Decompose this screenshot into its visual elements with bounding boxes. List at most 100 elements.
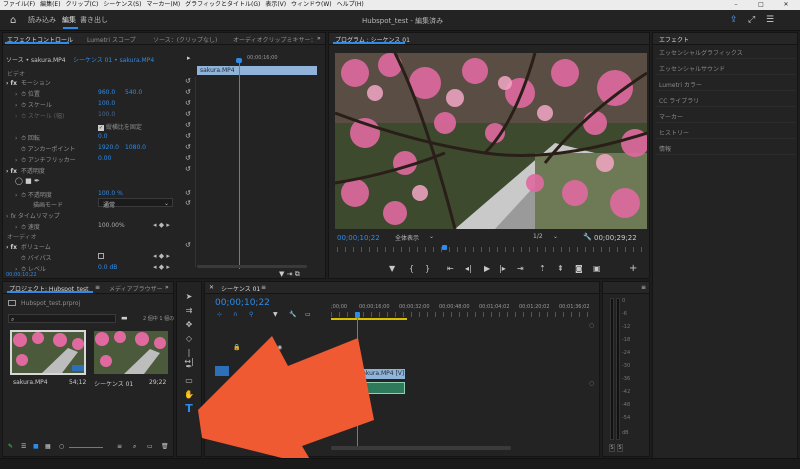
scale-value[interactable]: 100.0 [98,100,115,107]
stopwatch-icon[interactable]: ⏱ [21,255,26,262]
rectangle-mask-icon[interactable]: ■ [25,177,32,185]
effects-item-lumetri-color[interactable]: Lumetri カラー [656,78,796,91]
position-x-value[interactable]: 960.0 [98,89,115,96]
menu-view[interactable]: 表示(V) [265,1,286,8]
solo-left-button[interactable]: S [609,444,615,452]
add-keyframe-icon[interactable]: ◆ [159,252,164,260]
tab-sequence[interactable]: シーケンス 01 [221,284,260,293]
tab-source[interactable]: ソース：(クリップなし) [153,35,217,44]
step-forward-icon[interactable]: |▸ [499,264,506,273]
project-search-input[interactable]: ⌕ [8,314,116,323]
workspace-import[interactable]: 読み込み [28,15,56,25]
effects-item-essential-graphics[interactable]: エッセンシャルグラフィックス [656,46,796,59]
effects-item-cc-libraries[interactable]: CC ライブラリ [656,94,796,107]
tab-media-browser[interactable]: メディアブラウザー [109,284,163,293]
extract-icon[interactable]: ⇞ [557,264,564,273]
search-icon[interactable]: ⌕ [133,443,136,451]
bypass-checkbox[interactable] [98,253,104,259]
go-to-in-icon[interactable]: ⇤ [447,264,454,273]
program-playhead[interactable] [442,245,447,250]
reset-icon[interactable]: ↺ [185,110,191,118]
icon-view-icon[interactable]: ■ [33,443,39,450]
solo-right-button[interactable]: S [617,444,623,452]
pen-mask-icon[interactable]: ✒ [34,177,40,185]
next-keyframe-icon[interactable]: ▸ [166,252,170,260]
wrench-icon[interactable]: 🔧 [583,233,592,241]
rotation-value[interactable]: 0.0 [98,133,108,140]
play-icon[interactable]: ▶ [484,264,490,273]
zoom-out-icon[interactable]: ○ [59,443,64,450]
reset-icon[interactable]: ↺ [185,241,191,249]
delete-icon[interactable]: 🗑 [161,443,169,450]
menu-file[interactable]: ファイル(F) [3,1,35,8]
snap-icon[interactable]: ∩ [233,311,237,318]
menu-window[interactable]: ウィンドウ(W) [291,1,332,8]
sequence-label[interactable]: シーケンス 01 • sakura.MP4 [73,55,154,64]
panel-expand-icon[interactable]: » [317,35,321,42]
zoom-select[interactable]: 全体表示 ⌄ [395,232,435,242]
effect-clip-bar[interactable]: sakura.MP4 [197,66,317,75]
list-view-icon[interactable]: ☰ [21,443,26,450]
stopwatch-icon[interactable]: ⏱ [21,135,26,142]
scroll-handle-icon[interactable]: ○ [589,322,594,329]
menu-marker[interactable]: マーカー(M) [146,1,180,8]
linked-selection-icon[interactable]: ⚲ [249,311,253,318]
menu-sequence[interactable]: シーケンス(S) [103,1,141,8]
stopwatch-icon[interactable]: ⏱ [21,91,26,98]
reset-icon[interactable]: ↺ [185,189,191,197]
effects-item-history[interactable]: ヒストリー [656,126,796,139]
motion-row[interactable]: › fx モーション [6,78,51,87]
effects-item-info[interactable]: 情報 [656,142,796,155]
next-keyframe-icon[interactable]: ▸ [166,221,170,229]
step-back-icon[interactable]: ◂| [465,264,472,273]
panel-menu-icon[interactable]: ≡ [261,284,266,291]
thumbnail-zoom-slider[interactable] [69,447,103,448]
panel-menu-icon[interactable]: ≡ [641,284,646,291]
stopwatch-icon[interactable]: ⏱ [21,224,26,231]
close-icon[interactable]: ✕ [775,0,797,10]
reset-icon[interactable]: ↺ [185,88,191,96]
insert-sequence-icon[interactable]: ⊹ [217,311,222,318]
workspace-export[interactable]: 書き出し [80,15,108,25]
resolution-select[interactable]: 1/2 ⌄ [533,232,573,241]
rectangle-tool-icon[interactable]: ▭ [183,376,195,385]
pen-tool-icon[interactable]: ✒ [183,362,195,371]
scroll-handle-icon[interactable]: ○ [589,380,594,387]
add-keyframe-icon[interactable]: ◆ [159,263,164,271]
panel-menu-icon[interactable]: ≡ [95,284,100,291]
type-tool-icon[interactable]: T [183,402,195,415]
stopwatch-icon[interactable]: ⏱ [21,157,26,164]
ellipse-mask-icon[interactable]: ◯ [15,177,23,185]
add-marker-icon[interactable]: ▼ [273,311,278,318]
playback-icon[interactable]: ⧉ [295,270,300,278]
panel-expand-icon[interactable]: » [165,284,169,291]
stopwatch-icon[interactable]: ⏱ [21,102,26,109]
captions-icon[interactable]: ▭ [305,311,311,318]
menu-graphics[interactable]: グラフィックとタイトル(G) [185,1,260,8]
opacity-section[interactable]: › fx 不透明度 [6,166,45,175]
blend-mode-select[interactable]: 通常 ⌄ [98,198,173,209]
video-frame[interactable] [335,53,647,229]
reset-icon[interactable]: ↺ [185,143,191,151]
reset-icon[interactable]: ↺ [185,132,191,140]
program-scrubber[interactable] [337,247,643,252]
tab-audio-clip-mixer[interactable]: オーディオクリップミキサー： [233,35,316,44]
anchor-y-value[interactable]: 1080.0 [125,144,146,151]
prev-keyframe-icon[interactable]: ◂ [153,263,157,271]
reset-icon[interactable]: ↺ [185,77,191,85]
track-select-tool-icon[interactable]: ⇉ [183,306,195,315]
project-item-thumb[interactable] [10,330,86,375]
timeline-ruler[interactable]: ;00;00 00;00;16;00 00;00;32;00 00;00;48;… [331,304,595,320]
go-to-out-icon[interactable]: ⇥ [517,264,524,273]
export-icon[interactable]: ⇥ [287,270,293,278]
menu-clip[interactable]: クリップ(C) [65,1,98,8]
menu-edit[interactable]: 編集(E) [40,1,60,8]
uniform-scale-checkbox[interactable]: ✓ [98,125,104,131]
add-keyframe-icon[interactable]: ◆ [159,221,164,229]
mark-out-icon[interactable]: } [425,264,430,273]
reset-icon[interactable]: ↺ [185,165,191,173]
menu-help[interactable]: ヘルプ(H) [337,1,364,8]
timeline-timecode[interactable]: 00;00;10;22 [215,298,270,308]
pencil-icon[interactable]: ✎ [8,443,13,450]
project-item-thumb[interactable] [94,331,168,374]
